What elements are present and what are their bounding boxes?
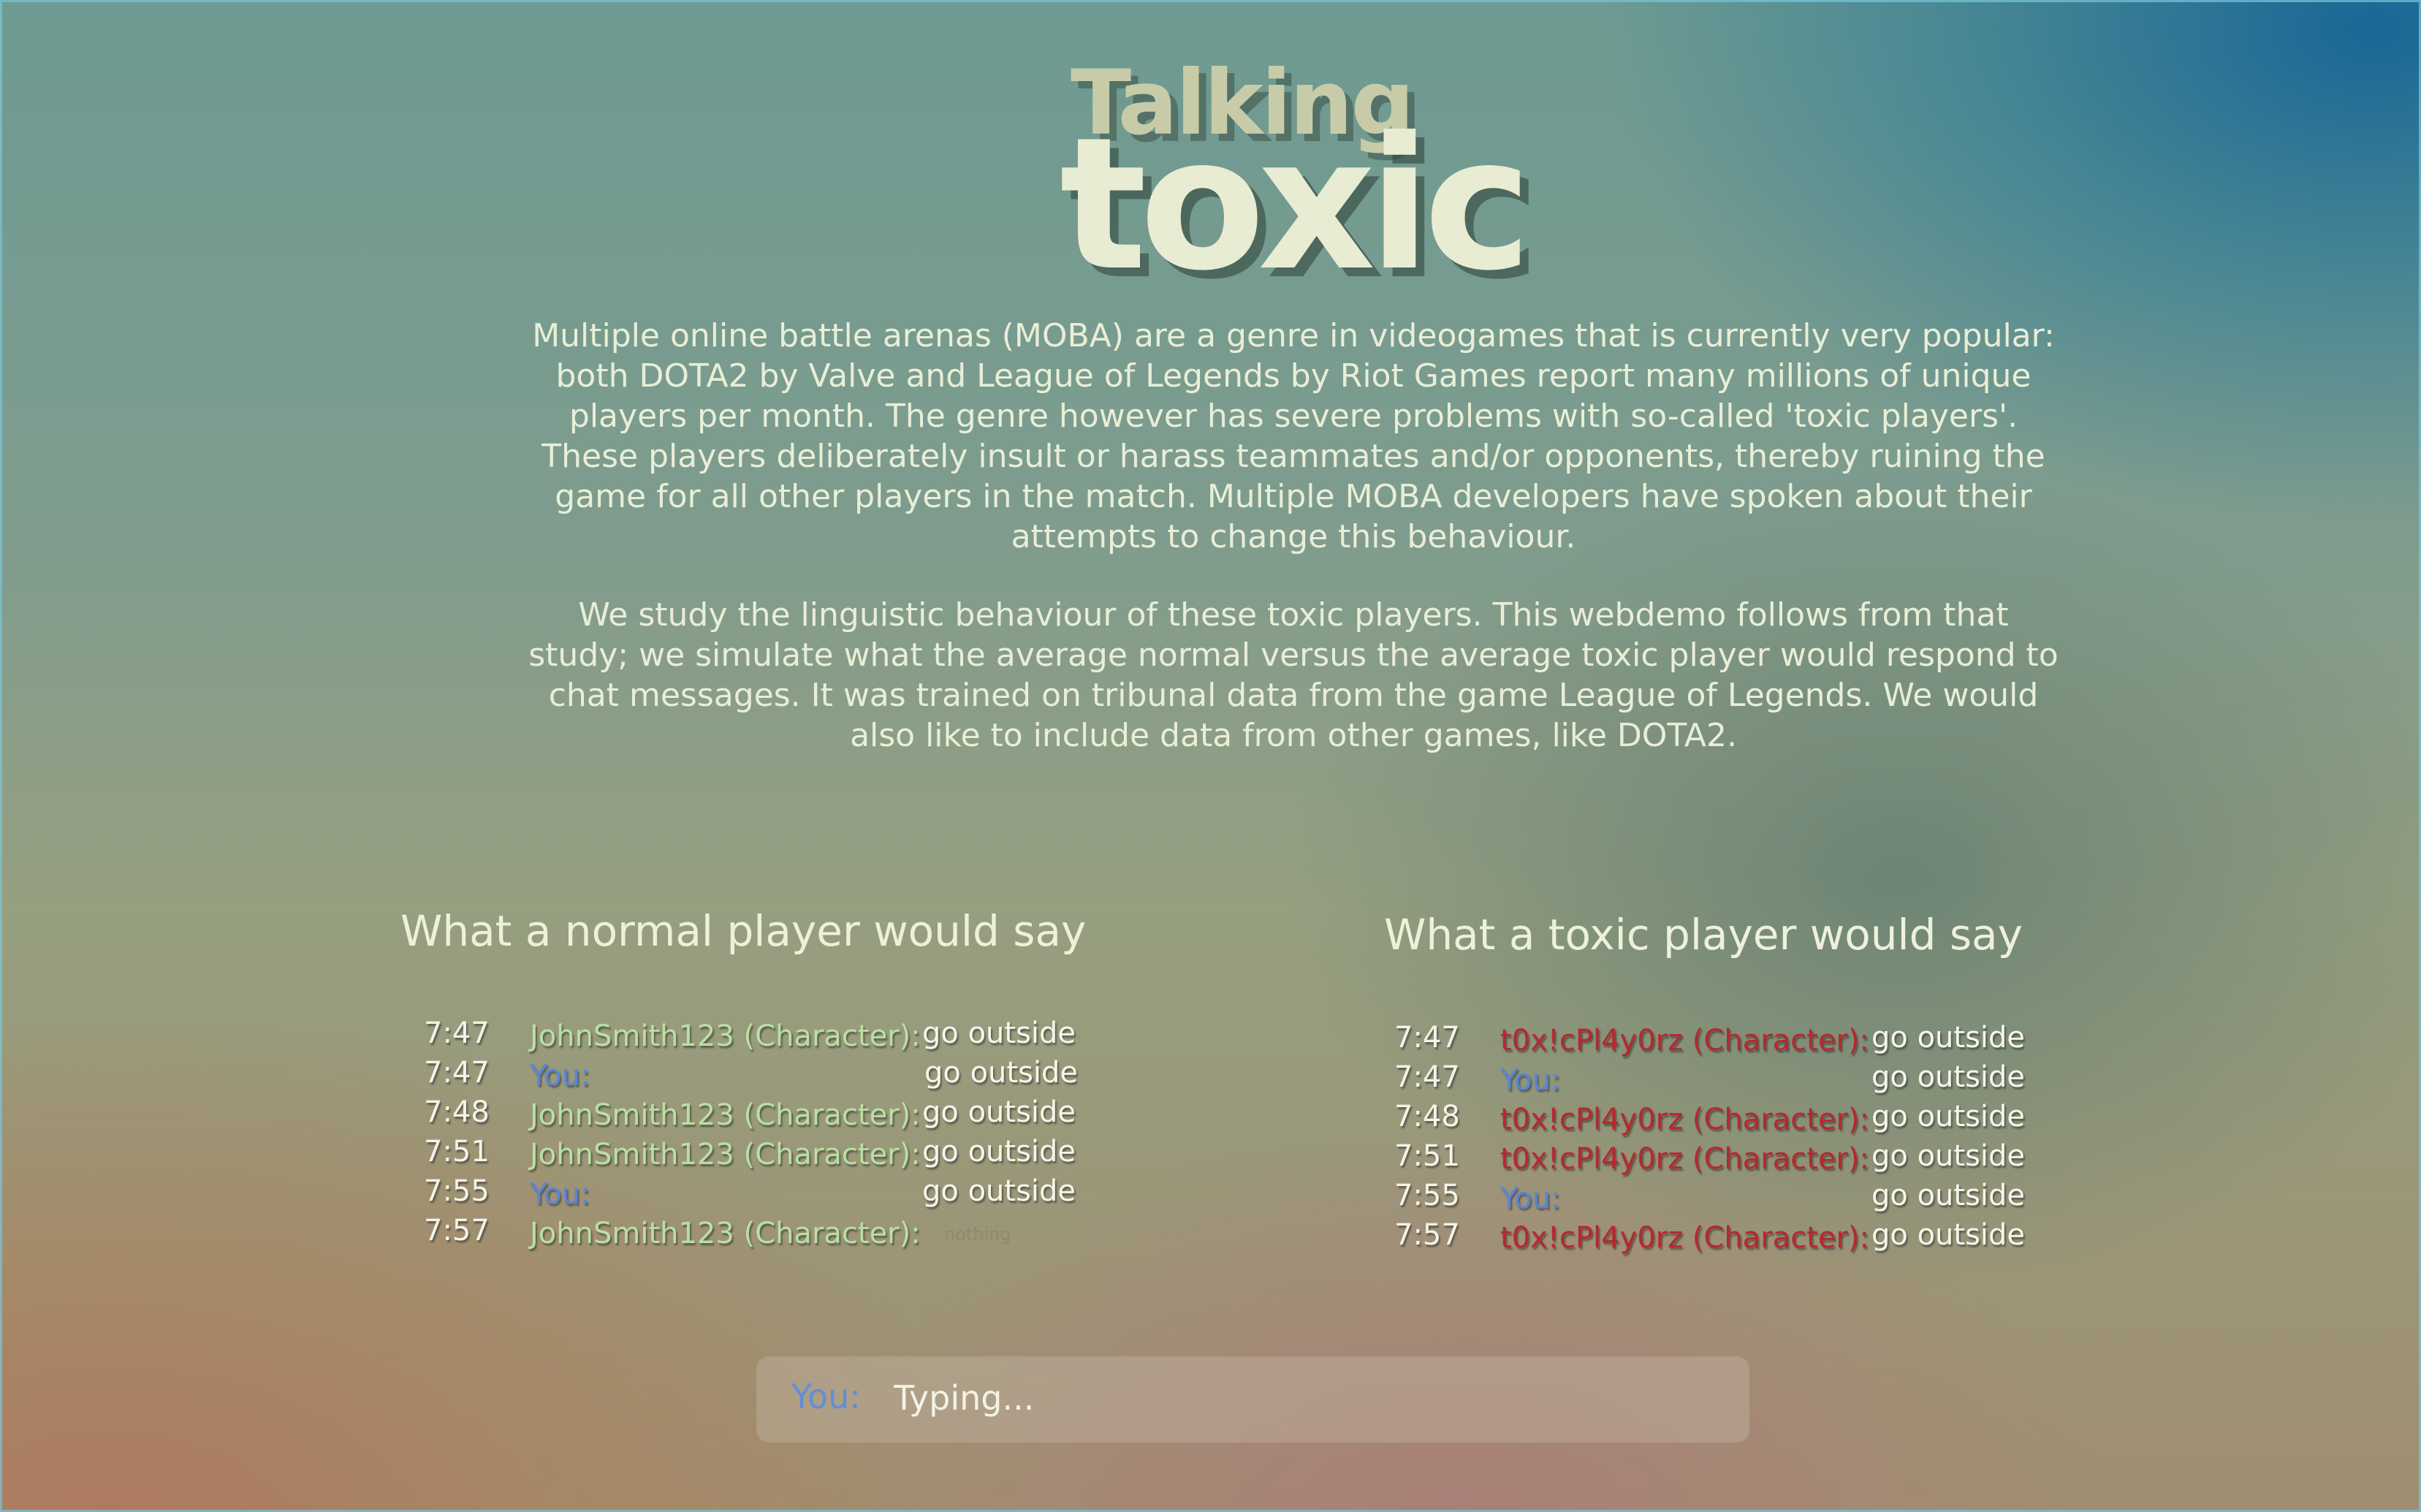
message-text: go outside xyxy=(922,1135,1076,1169)
message-text: go outside xyxy=(1871,1100,2026,1133)
page-title: Talking toxic xyxy=(0,44,2421,296)
message-sender: JohnSmith123 (Character): xyxy=(530,1098,921,1132)
message-sender: You: xyxy=(530,1059,590,1093)
message-time: 7:57 xyxy=(1394,1218,1460,1252)
message-text: go outside xyxy=(1871,1179,2026,1212)
message-time: 7:47 xyxy=(424,1017,490,1050)
message-time: 7:48 xyxy=(1394,1100,1460,1133)
message-sender: t0x!cPl4y0rz (Character): xyxy=(1500,1024,1869,1057)
normal-chat-log: 7:47 JohnSmith123 (Character): go outsid… xyxy=(424,1017,1082,1253)
chat-message: 7:47 JohnSmith123 (Character): go outsid… xyxy=(424,1017,1082,1056)
message-time: 7:48 xyxy=(424,1095,490,1129)
toxic-panel-heading: What a toxic player would say xyxy=(1384,910,2023,960)
chat-message: 7:55 You: go outside xyxy=(1394,1179,2052,1218)
intro-paragraph-2: We study the linguistic behaviour of the… xyxy=(528,596,2059,754)
message-sender: t0x!cPl4y0rz (Character): xyxy=(1500,1142,1869,1176)
chat-message: 7:48 t0x!cPl4y0rz (Character): go outsid… xyxy=(1394,1100,2052,1139)
message-sender: You: xyxy=(1500,1182,1561,1215)
message-text: nothing xyxy=(944,1224,1011,1245)
message-sender: JohnSmith123 (Character): xyxy=(530,1019,921,1053)
chat-message: 7:47 t0x!cPl4y0rz (Character): go outsid… xyxy=(1394,1021,2052,1060)
chat-message: 7:47 You: go outside xyxy=(424,1056,1082,1095)
chat-message: 7:47 You: go outside xyxy=(1394,1060,2052,1100)
normal-panel-heading: What a normal player would say xyxy=(400,906,1087,956)
intro-text: Multiple online battle arenas (MOBA) are… xyxy=(526,316,2061,794)
chat-message: 7:55 You: go outside xyxy=(424,1174,1082,1214)
message-sender: You: xyxy=(530,1177,590,1211)
message-time: 7:51 xyxy=(424,1135,490,1169)
message-time: 7:51 xyxy=(1394,1139,1460,1173)
message-text: go outside xyxy=(922,1095,1076,1129)
input-sender-label: You: xyxy=(791,1377,861,1416)
message-text: go outside xyxy=(1871,1218,2026,1252)
message-text: go outside xyxy=(922,1017,1076,1050)
message-time: 7:47 xyxy=(1394,1021,1460,1055)
chat-message: 7:57 JohnSmith123 (Character): nothing xyxy=(424,1214,1082,1253)
message-time: 7:55 xyxy=(424,1174,490,1208)
message-time: 7:55 xyxy=(1394,1179,1460,1212)
message-text: go outside xyxy=(1871,1021,2026,1055)
intro-paragraph-1: Multiple online battle arenas (MOBA) are… xyxy=(532,317,2055,555)
chat-message: 7:48 JohnSmith123 (Character): go outsid… xyxy=(424,1095,1082,1135)
message-text: go outside xyxy=(1871,1139,2026,1173)
message-text: go outside xyxy=(924,1056,1079,1090)
chat-message: 7:51 JohnSmith123 (Character): go outsid… xyxy=(424,1135,1082,1174)
message-sender: t0x!cPl4y0rz (Character): xyxy=(1500,1103,1869,1136)
message-sender: JohnSmith123 (Character): xyxy=(530,1217,921,1250)
chat-message: 7:51 t0x!cPl4y0rz (Character): go outsid… xyxy=(1394,1139,2052,1179)
message-text: go outside xyxy=(922,1174,1076,1208)
message-sender: JohnSmith123 (Character): xyxy=(530,1138,921,1171)
message-sender: You: xyxy=(1500,1063,1561,1097)
title-line-toxic: toxic xyxy=(1060,98,1532,311)
toxic-chat-log: 7:47 t0x!cPl4y0rz (Character): go outsid… xyxy=(1394,1021,2052,1258)
message-time: 7:47 xyxy=(1394,1060,1460,1094)
message-time: 7:57 xyxy=(424,1214,490,1247)
chat-input[interactable] xyxy=(894,1372,1698,1424)
chat-message: 7:57 t0x!cPl4y0rz (Character): go outsid… xyxy=(1394,1218,2052,1258)
message-text: go outside xyxy=(1871,1060,2026,1094)
chat-input-bar[interactable]: You: xyxy=(756,1356,1749,1443)
message-time: 7:47 xyxy=(424,1056,490,1090)
message-sender: t0x!cPl4y0rz (Character): xyxy=(1500,1221,1869,1255)
